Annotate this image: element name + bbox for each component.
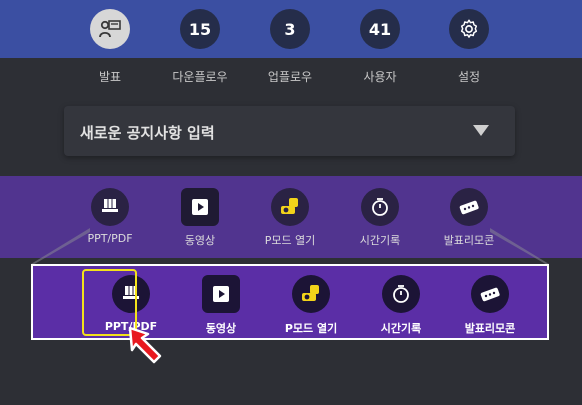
zoom-tool-video[interactable]: 동영상 [181,275,261,336]
pointer-arrow-icon [128,326,162,364]
zoom-tool-timer[interactable]: 시간기록 [361,275,441,336]
zoom-connector [31,228,549,266]
zoom-tool-remote[interactable]: 발표리모콘 [450,275,530,336]
play-icon [202,275,240,313]
zoom-label-remote: 발표리모콘 [464,322,516,335]
zoom-label-pmode: P모드 열기 [284,322,338,335]
zoom-label-timer: 시간기록 [380,322,422,335]
stopwatch-icon [382,275,420,313]
projector-icon [292,275,330,313]
zoom-tool-pmode[interactable]: P모드 열기 [271,275,351,336]
remote-icon [471,275,509,313]
zoom-label-video: 동영상 [205,322,237,335]
